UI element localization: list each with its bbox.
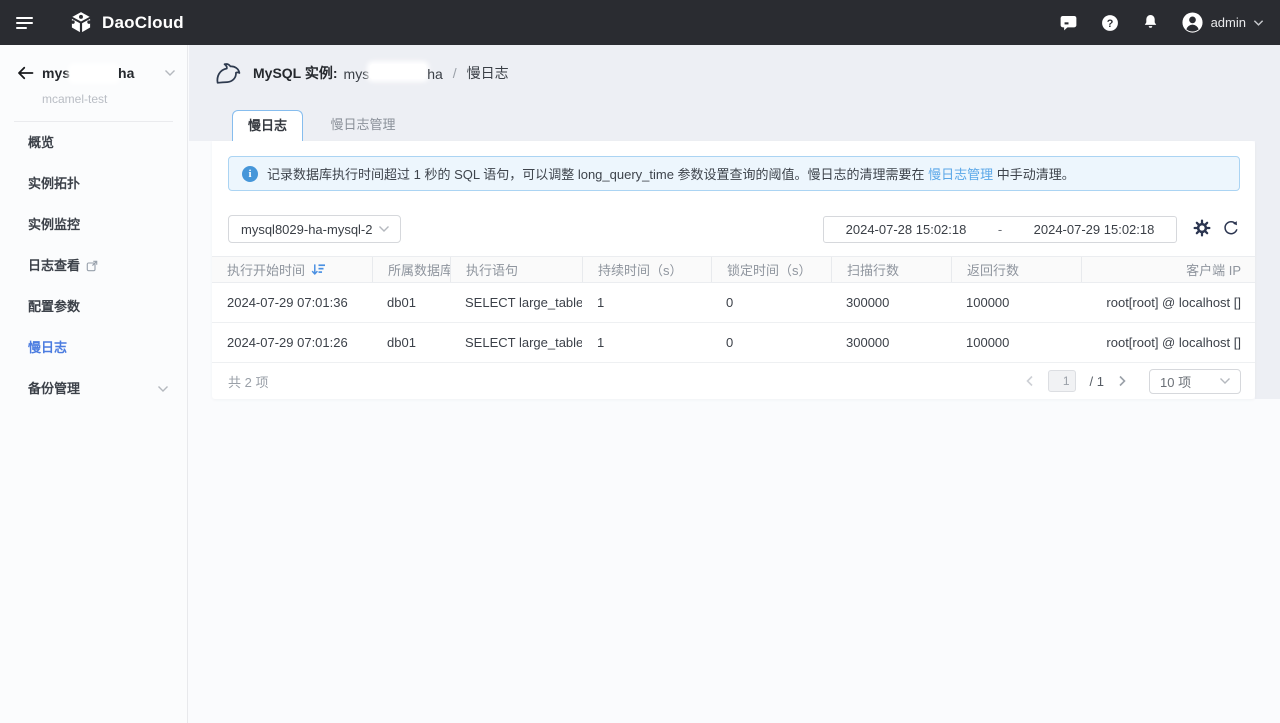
pod-select[interactable]: mysql8029-ha-mysql-2 [228,215,401,243]
chevron-down-icon [157,385,169,393]
sidebar-item-parameters[interactable]: 配置参数 [0,286,187,327]
sidebar-item-backup[interactable]: 备份管理 [0,368,187,409]
col-start-time: 执行开始时间 [212,257,372,282]
brand-name: DaoCloud [102,13,184,33]
refresh-icon[interactable] [1222,219,1240,237]
page-number-input[interactable] [1048,370,1076,392]
topbar: DaoCloud ? admin [0,0,1280,45]
date-range-separator: - [988,222,1012,237]
chevron-down-icon[interactable] [164,69,176,77]
page-size-select[interactable]: 10 项 [1149,369,1241,394]
col-rows-examined: 扫描行数 [831,257,951,282]
svg-text:?: ? [1106,17,1113,29]
sidebar-item-logs[interactable]: 日志查看 [0,245,187,286]
col-lock-time: 锁定时间（s） [711,257,831,282]
external-link-icon [86,260,98,272]
chevron-down-icon [1219,377,1231,385]
daocloud-logo-icon [68,10,94,36]
avatar-icon [1181,11,1204,34]
prev-page-icon[interactable] [1025,375,1034,387]
main-content: MySQL 实例: mysha / 慢日志 慢日志 慢日志管理 i 记录数据库执… [189,45,1280,723]
slowlog-management-link[interactable]: 慢日志管理 [928,167,993,182]
redacted-text [71,66,117,81]
sidebar-item-monitoring[interactable]: 实例监控 [0,204,187,245]
sidebar-item-topology[interactable]: 实例拓扑 [0,163,187,204]
page-gutter [1255,141,1280,399]
settings-gear-icon[interactable] [1193,219,1211,237]
table-row: 2024-07-29 07:01:26 db01 SELECT large_ta… [212,323,1255,363]
col-client-ip: 客户端 IP [1081,257,1255,282]
info-icon: i [242,166,258,182]
project-label: mcamel-test [42,92,107,106]
sort-descending-icon[interactable] [311,263,326,276]
page-title-label: MySQL 实例: [253,63,338,83]
breadcrumb-current: 慢日志 [467,63,509,83]
tab-bar: 慢日志 慢日志管理 [232,110,423,141]
col-statement: 执行语句 [450,257,582,282]
col-duration: 持续时间（s） [582,257,711,282]
breadcrumb-separator: / [453,65,457,81]
banner-text: 记录数据库执行时间超过 1 秒的 SQL 语句，可以调整 long_query_… [267,164,1075,183]
info-banner: i 记录数据库执行时间超过 1 秒的 SQL 语句，可以调整 long_quer… [228,156,1240,191]
sidebar-item-overview[interactable]: 概览 [0,122,187,163]
instance-name: mysha [344,64,443,82]
chevron-down-icon [378,225,390,233]
tab-slowlog[interactable]: 慢日志 [232,110,303,141]
breadcrumb: MySQL 实例: mysha / 慢日志 [253,63,509,83]
hamburger-menu-icon[interactable] [16,14,38,32]
tab-slowlog-management[interactable]: 慢日志管理 [303,110,423,141]
table-header-row: 执行开始时间 所属数据库 执行语句 持续时间（s） 锁定时间（s） 扫描行数 返… [212,256,1255,283]
content-card: i 记录数据库执行时间超过 1 秒的 SQL 语句，可以调整 long_quer… [212,141,1255,399]
redacted-text [370,64,426,79]
brand-logo[interactable]: DaoCloud [68,10,184,36]
date-start-input[interactable]: 2024-07-28 15:02:18 [824,222,988,237]
notifications-bell-icon[interactable] [1141,13,1160,32]
sidebar: mysha mcamel-test 概览 实例拓扑 实例监控 日志查看 配置参数… [0,45,188,723]
table-footer: 共 2 项 / 1 10 项 [212,363,1255,399]
back-arrow-icon[interactable] [16,65,34,81]
page-total-label: / 1 [1090,374,1104,389]
date-range-picker[interactable]: 2024-07-28 15:02:18 - 2024-07-29 15:02:1… [823,216,1177,243]
instance-selector[interactable]: mysha [42,65,134,81]
slowlog-table: 执行开始时间 所属数据库 执行语句 持续时间（s） 锁定时间（s） 扫描行数 返… [212,256,1255,363]
user-menu[interactable]: admin [1181,11,1264,34]
next-page-icon[interactable] [1118,375,1127,387]
username-label: admin [1211,15,1246,30]
date-end-input[interactable]: 2024-07-29 15:02:18 [1012,222,1176,237]
col-rows-sent: 返回行数 [951,257,1081,282]
total-count-label: 共 2 项 [228,372,268,391]
help-icon[interactable]: ? [1100,13,1120,33]
col-database: 所属数据库 [372,257,450,282]
table-row: 2024-07-29 07:01:36 db01 SELECT large_ta… [212,283,1255,323]
chevron-down-icon [1253,19,1264,27]
sidebar-item-slowlog[interactable]: 慢日志 [0,327,187,368]
pagination: / 1 10 项 [1025,369,1241,394]
mysql-dolphin-icon [213,59,243,87]
message-icon[interactable] [1058,12,1079,33]
divider [14,121,173,122]
sidebar-menu: 概览 实例拓扑 实例监控 日志查看 配置参数 慢日志 备份管理 [0,122,187,409]
